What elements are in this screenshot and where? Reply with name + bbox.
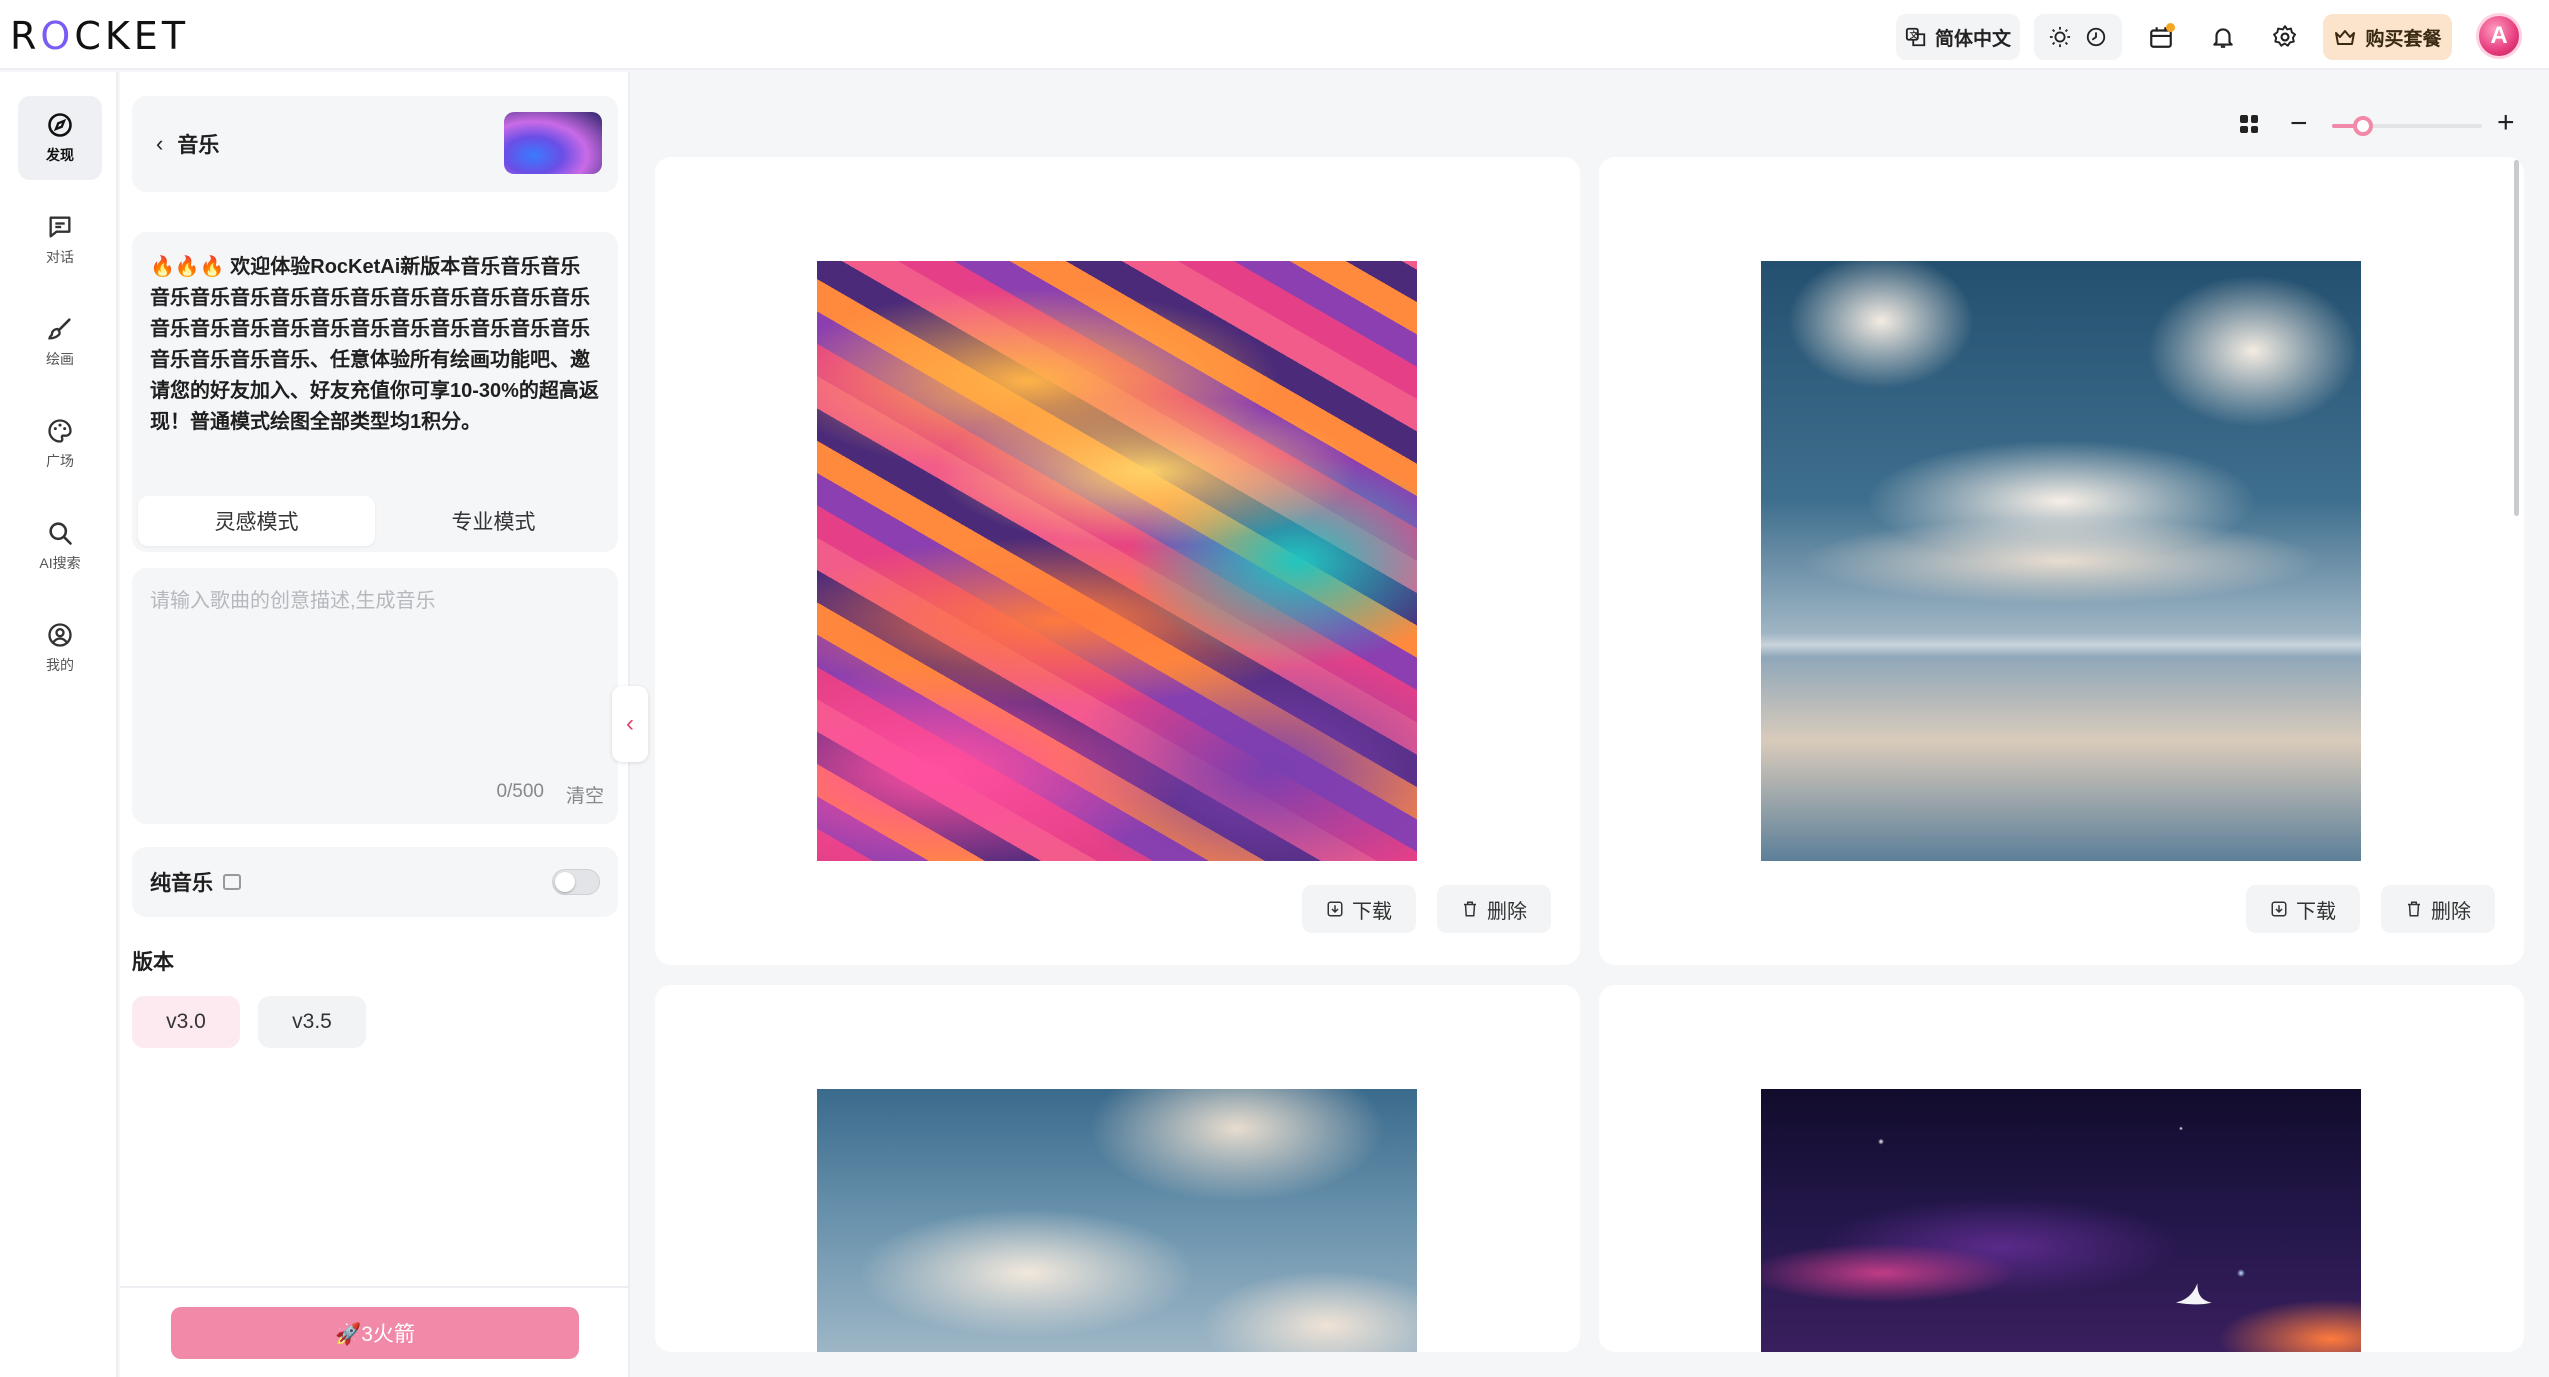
- rail-label: 我的: [46, 657, 74, 673]
- zoom-slider-thumb[interactable]: [2353, 116, 2373, 136]
- auto-theme-icon[interactable]: [2085, 26, 2107, 48]
- search-icon: [49, 522, 72, 545]
- rail-label: 对话: [46, 249, 74, 265]
- download-button[interactable]: 下载: [1302, 885, 1416, 933]
- welcome-notice: 🔥🔥🔥 欢迎体验RocKetAi新版本音乐音乐音乐音乐音乐音乐音乐音乐音乐音乐音…: [132, 232, 618, 524]
- rail-item-square[interactable]: 广场: [18, 402, 102, 486]
- song-description-input[interactable]: [132, 568, 618, 758]
- chevron-left-icon: ‹: [626, 710, 634, 737]
- panel-footer-divider: [120, 1286, 628, 1288]
- top-header: ROCKET 文 简体中文 购买套餐 A: [0, 0, 2549, 70]
- chat-icon: [49, 216, 71, 238]
- panel-title: 音乐: [177, 134, 220, 157]
- trash-icon: [2408, 901, 2420, 917]
- calendar-icon[interactable]: [2138, 14, 2184, 60]
- download-button[interactable]: 下载: [2246, 885, 2360, 933]
- version-option-v3-5[interactable]: v3.5: [258, 996, 366, 1048]
- char-counter: 0/500: [496, 781, 544, 802]
- download-label: 下载: [1352, 900, 1392, 923]
- zoom-out-button[interactable]: −: [2290, 109, 2308, 139]
- compass-icon: [48, 113, 72, 137]
- zoom-in-button[interactable]: +: [2497, 108, 2515, 138]
- generate-music-button[interactable]: 🚀3火箭: [171, 1307, 579, 1359]
- download-icon: [1327, 901, 1343, 917]
- language-label: 简体中文: [1934, 28, 2011, 50]
- rail-item-chat[interactable]: 对话: [18, 198, 102, 282]
- gallery-scrollbar[interactable]: [2514, 160, 2519, 516]
- prompt-box: 0/500 清空: [132, 568, 618, 824]
- user-avatar[interactable]: A: [2476, 13, 2522, 59]
- delete-label: 删除: [2431, 900, 2471, 923]
- crown-basket-icon: [2335, 30, 2356, 45]
- music-settings-panel: ‹ 音乐 🔥🔥🔥 欢迎体验RocKetAi新版本音乐音乐音乐音乐音乐音乐音乐音乐…: [120, 72, 630, 1377]
- delete-label: 删除: [1487, 900, 1527, 923]
- trash-icon: [1464, 901, 1476, 917]
- tab-inspiration-mode[interactable]: 灵感模式: [138, 496, 375, 546]
- music-thumbnail: [504, 112, 602, 174]
- pure-music-row: 纯音乐: [132, 847, 618, 917]
- rail-label: 发现: [46, 147, 74, 163]
- rail-label: 绘画: [46, 351, 74, 367]
- rail-label: AI搜索: [39, 555, 81, 571]
- grid-view-icon[interactable]: [2240, 115, 2258, 133]
- theme-toggle[interactable]: [2034, 14, 2122, 60]
- rail-label: 广场: [46, 453, 74, 469]
- settings-gear-icon[interactable]: [2262, 14, 2308, 60]
- back-chevron-icon[interactable]: ‹: [156, 131, 163, 157]
- buy-plan-button[interactable]: 购买套餐: [2323, 14, 2452, 60]
- translate-icon: 文: [1905, 27, 1926, 47]
- toggle-knob: [555, 872, 575, 892]
- app-logo[interactable]: ROCKET: [10, 14, 189, 58]
- gallery-card: 下载 删除: [655, 157, 1580, 965]
- info-icon[interactable]: [223, 874, 241, 890]
- delete-button[interactable]: 删除: [1437, 885, 1551, 933]
- generated-cover-image[interactable]: [817, 261, 1417, 861]
- panel-header: ‹ 音乐: [132, 96, 618, 192]
- version-option-v3-0[interactable]: v3.0: [132, 996, 240, 1048]
- mode-tabs: 灵感模式 专业模式: [132, 490, 618, 552]
- palette-icon: [48, 419, 72, 443]
- gallery-card: 下载 删除: [1599, 157, 2524, 965]
- rail-item-mine[interactable]: 我的: [18, 606, 102, 690]
- version-title: 版本: [132, 951, 174, 974]
- generated-cover-image[interactable]: [1761, 261, 2361, 861]
- pure-music-label: 纯音乐: [150, 872, 213, 895]
- pure-music-toggle[interactable]: [552, 869, 600, 895]
- rail-item-discover[interactable]: 发现: [18, 96, 102, 180]
- svg-text:文: 文: [1910, 30, 1919, 40]
- sun-icon[interactable]: [2049, 26, 2071, 48]
- download-icon: [2271, 901, 2287, 917]
- rail-item-ai-search[interactable]: AI搜索: [18, 504, 102, 588]
- gallery-card: [655, 985, 1580, 1352]
- zoom-slider[interactable]: [2332, 116, 2482, 136]
- rail-item-draw[interactable]: 绘画: [18, 300, 102, 384]
- generated-cover-image[interactable]: [817, 1089, 1417, 1352]
- language-switch[interactable]: 文 简体中文: [1896, 14, 2020, 60]
- gallery-card: [1599, 985, 2524, 1352]
- delete-button[interactable]: 删除: [2381, 885, 2495, 933]
- user-circle-icon: [48, 623, 72, 647]
- bird-silhouette-icon: [2175, 1283, 2212, 1305]
- bell-icon[interactable]: [2200, 14, 2246, 60]
- buy-plan-label: 购买套餐: [2365, 28, 2442, 50]
- notice-text: 🔥🔥🔥 欢迎体验RocKetAi新版本音乐音乐音乐音乐音乐音乐音乐音乐音乐音乐音…: [150, 256, 599, 433]
- tab-pro-mode[interactable]: 专业模式: [375, 496, 612, 546]
- brush-icon: [48, 318, 71, 340]
- generated-cover-image[interactable]: [1761, 1089, 2361, 1352]
- download-label: 下载: [2296, 900, 2336, 923]
- collapse-panel-handle[interactable]: ‹: [612, 686, 648, 762]
- nav-rail: 发现 对话 绘画 广场 AI搜索 我的: [0, 72, 118, 1377]
- clear-button[interactable]: 清空: [566, 781, 604, 808]
- notification-dot: [2166, 23, 2175, 32]
